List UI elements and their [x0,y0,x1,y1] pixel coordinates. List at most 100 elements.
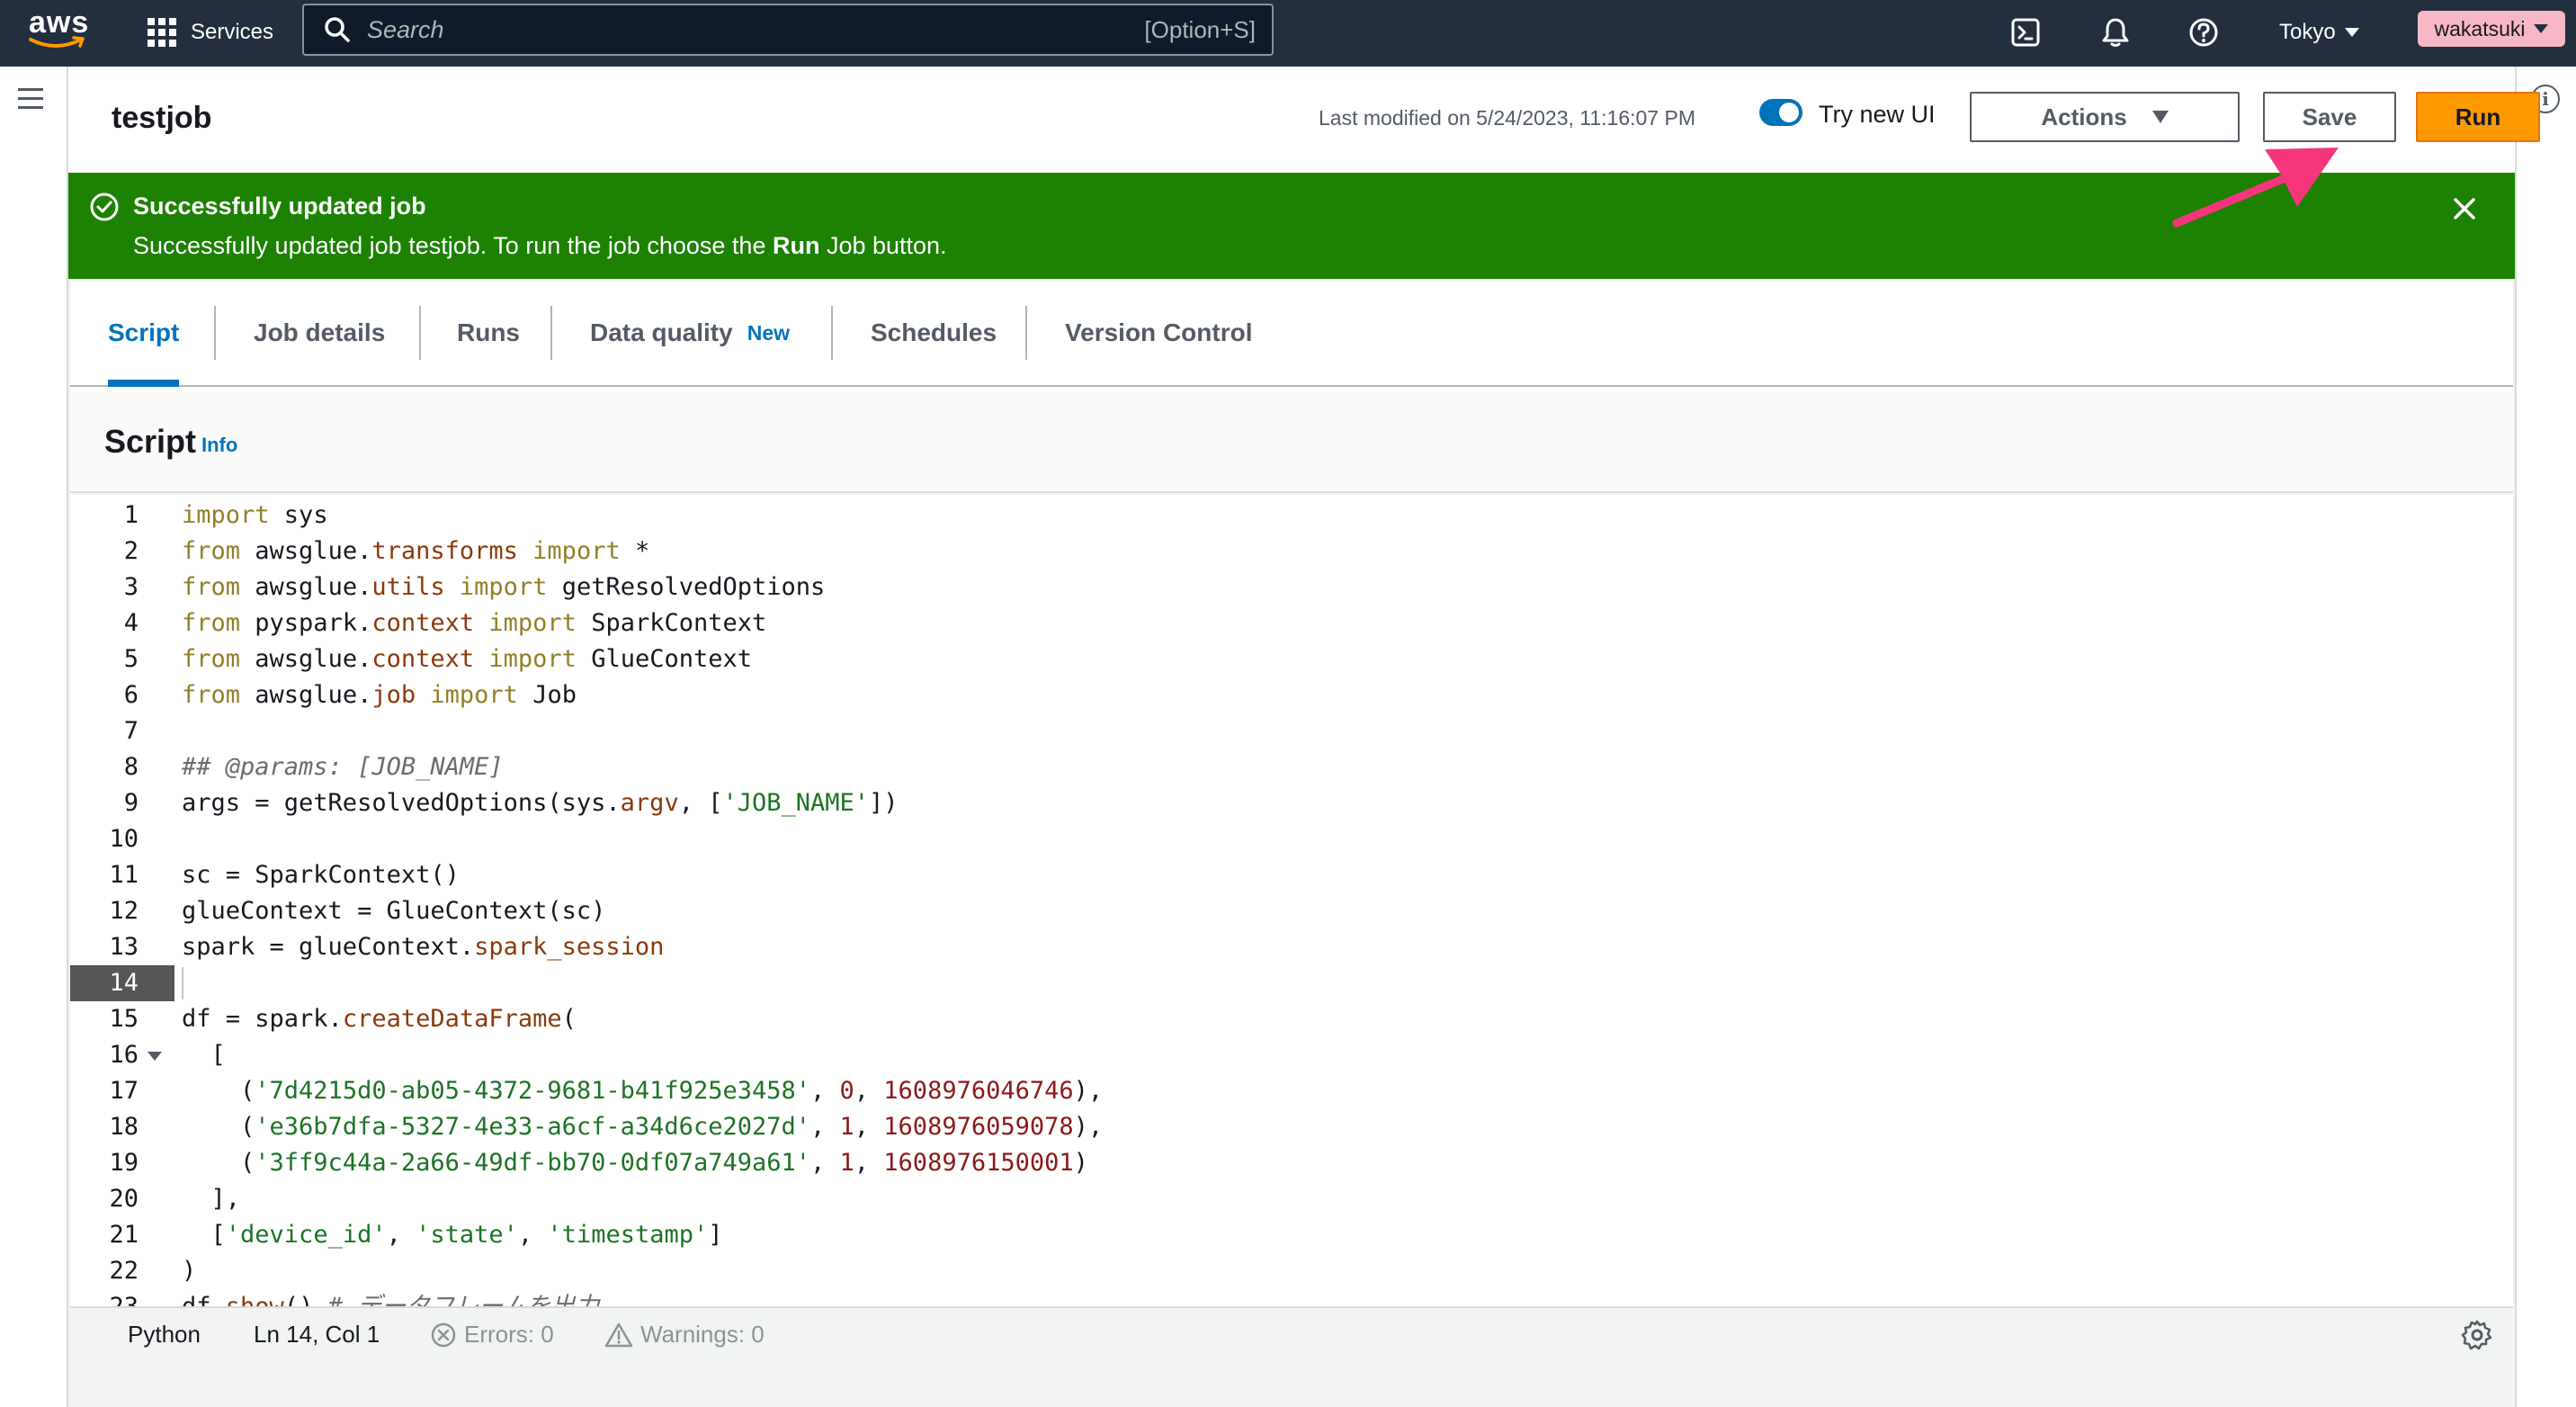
line-number: 5 [123,645,139,673]
warnings-count: Warnings: 0 [640,1321,765,1348]
code-line[interactable]: [ [182,1037,226,1073]
script-info-link[interactable]: Info [201,434,237,457]
code-area[interactable]: import sys from awsglue.transforms import… [182,495,2513,1306]
actions-label: Actions [2041,103,2127,130]
tab-data-quality[interactable]: Data quality New [590,281,790,385]
line-number: 2 [123,537,139,565]
line-number: 6 [123,681,139,709]
account-name: wakatsuki [2434,16,2526,40]
chevron-down-icon [2534,24,2549,33]
caret-down-icon [2151,111,2169,123]
flash-title: Successfully updated job [133,193,426,220]
tab-divider [831,306,833,360]
line-number: 22 [109,1257,139,1285]
search-shortcut-hint: [Option+S] [1144,15,1256,43]
code-line[interactable]: ) [182,1253,196,1289]
code-line[interactable]: df.show() # データフレームを出力 [182,1289,599,1306]
region-selector[interactable]: Tokyo [2279,14,2359,50]
aws-logo[interactable]: aws [27,5,90,56]
code-editor[interactable]: 1234567891011121314151617181920212223 im… [70,495,2513,1306]
flash-message-prefix: Successfully updated job testjob. To run… [133,232,773,259]
code-line[interactable]: from awsglue.context import GlueContext [182,641,752,677]
code-line[interactable]: ], [182,1181,241,1217]
aws-smile-icon [29,36,85,48]
services-grid-icon [148,18,176,47]
tab-script[interactable]: Script [108,281,180,387]
cursor-position: Ln 14, Col 1 [254,1321,380,1348]
warnings-indicator[interactable]: Warnings: 0 [604,1321,765,1349]
services-menu-button[interactable]: Services [148,14,273,50]
run-button[interactable]: Run [2416,92,2540,142]
tab-version-control[interactable]: Version Control [1065,281,1252,385]
errors-indicator[interactable]: Errors: 0 [430,1321,554,1349]
services-label: Services [191,20,274,44]
bell-icon [2102,18,2129,47]
line-number: 8 [123,753,139,781]
language-indicator: Python [128,1321,201,1348]
tab-label: Script [108,318,180,346]
line-number: 1 [123,501,139,529]
code-line[interactable]: from awsglue.utils import getResolvedOpt… [182,569,825,605]
line-number: 4 [123,609,139,637]
try-new-ui-toggle[interactable] [1759,99,1802,126]
code-line[interactable]: df = spark.createDataFrame( [182,1001,577,1037]
close-icon[interactable] [2448,193,2481,225]
code-line[interactable]: from pyspark.context import SparkContext [182,605,766,641]
line-number: 17 [109,1077,139,1105]
code-line[interactable]: ['device_id', 'state', 'timestamp'] [182,1217,723,1253]
new-badge: New [747,320,790,345]
tab-divider [214,306,216,360]
line-number: 19 [109,1149,139,1177]
line-number: 21 [109,1221,139,1249]
tab-label: Schedules [871,318,997,346]
fold-toggle-icon[interactable] [148,1052,162,1061]
line-number: 16 [70,1037,174,1073]
line-number: 13 [109,933,139,961]
code-line[interactable]: ('7d4215d0-ab05-4372-9681-b41f925e3458',… [182,1073,1103,1109]
success-check-icon [90,193,119,221]
success-flash-banner: Successfully updated job Successfully up… [68,173,2515,279]
tab-divider [1025,306,1027,360]
code-line[interactable]: ('3ff9c44a-2a66-49df-bb70-0df07a749a61',… [182,1145,1088,1181]
page-bottom-area [70,1360,2513,1407]
try-new-ui-label: Try new UI [1819,101,1936,128]
flash-message: Successfully updated job testjob. To run… [133,232,947,260]
search-box[interactable]: [Option+S] [302,4,1274,56]
page-header: testjob Last modified on 5/24/2023, 11:1… [68,67,2540,173]
code-line[interactable]: ('e36b7dfa-5327-4e33-a6cf-a34d6ce2027d',… [182,1109,1103,1145]
top-navigation-bar: aws Services [Option+S] [0,0,2576,67]
code-line[interactable]: from awsglue.transforms import * [182,533,649,569]
tab-label: Version Control [1065,318,1253,346]
line-number: 14 [70,965,174,1001]
account-menu-button[interactable]: wakatsuki [2418,11,2565,47]
tab-schedules[interactable]: Schedules [871,281,997,385]
line-number-gutter: 1234567891011121314151617181920212223 [70,495,174,1306]
gear-icon[interactable] [2461,1319,2493,1351]
region-label: Tokyo [2279,20,2336,44]
code-line[interactable]: spark = glueContext.spark_session [182,929,664,965]
flash-message-suffix: Job button. [819,232,947,259]
last-modified-text: Last modified on 5/24/2023, 11:16:07 PM [1319,106,1695,130]
notifications-button[interactable] [2096,13,2135,52]
cloudshell-icon [2011,18,2040,47]
code-line[interactable]: glueContext = GlueContext(sc) [182,893,605,929]
tab-job-details[interactable]: Job details [254,281,385,385]
code-line[interactable]: args = getResolvedOptions(sys.argv, ['JO… [182,785,899,821]
code-line[interactable]: import sys [182,497,328,533]
code-line[interactable]: from awsglue.job import Job [182,677,577,713]
tab-label: Job details [254,318,386,346]
tab-divider [419,306,421,360]
help-button[interactable] [2184,13,2223,52]
search-input[interactable] [367,15,1145,44]
line-number: 23 [70,1289,174,1306]
code-line[interactable]: ## @params: [JOB_NAME] [182,749,504,785]
line-number: 15 [109,1005,139,1033]
line-number: 10 [109,825,139,853]
tab-runs[interactable]: Runs [457,281,520,385]
line-number: 7 [123,717,139,745]
cloudshell-button[interactable] [2006,13,2045,52]
menu-icon[interactable] [18,88,43,115]
right-side-panel: i [2515,67,2576,1407]
code-line[interactable]: sc = SparkContext() [182,857,460,893]
line-number: 20 [109,1185,139,1213]
